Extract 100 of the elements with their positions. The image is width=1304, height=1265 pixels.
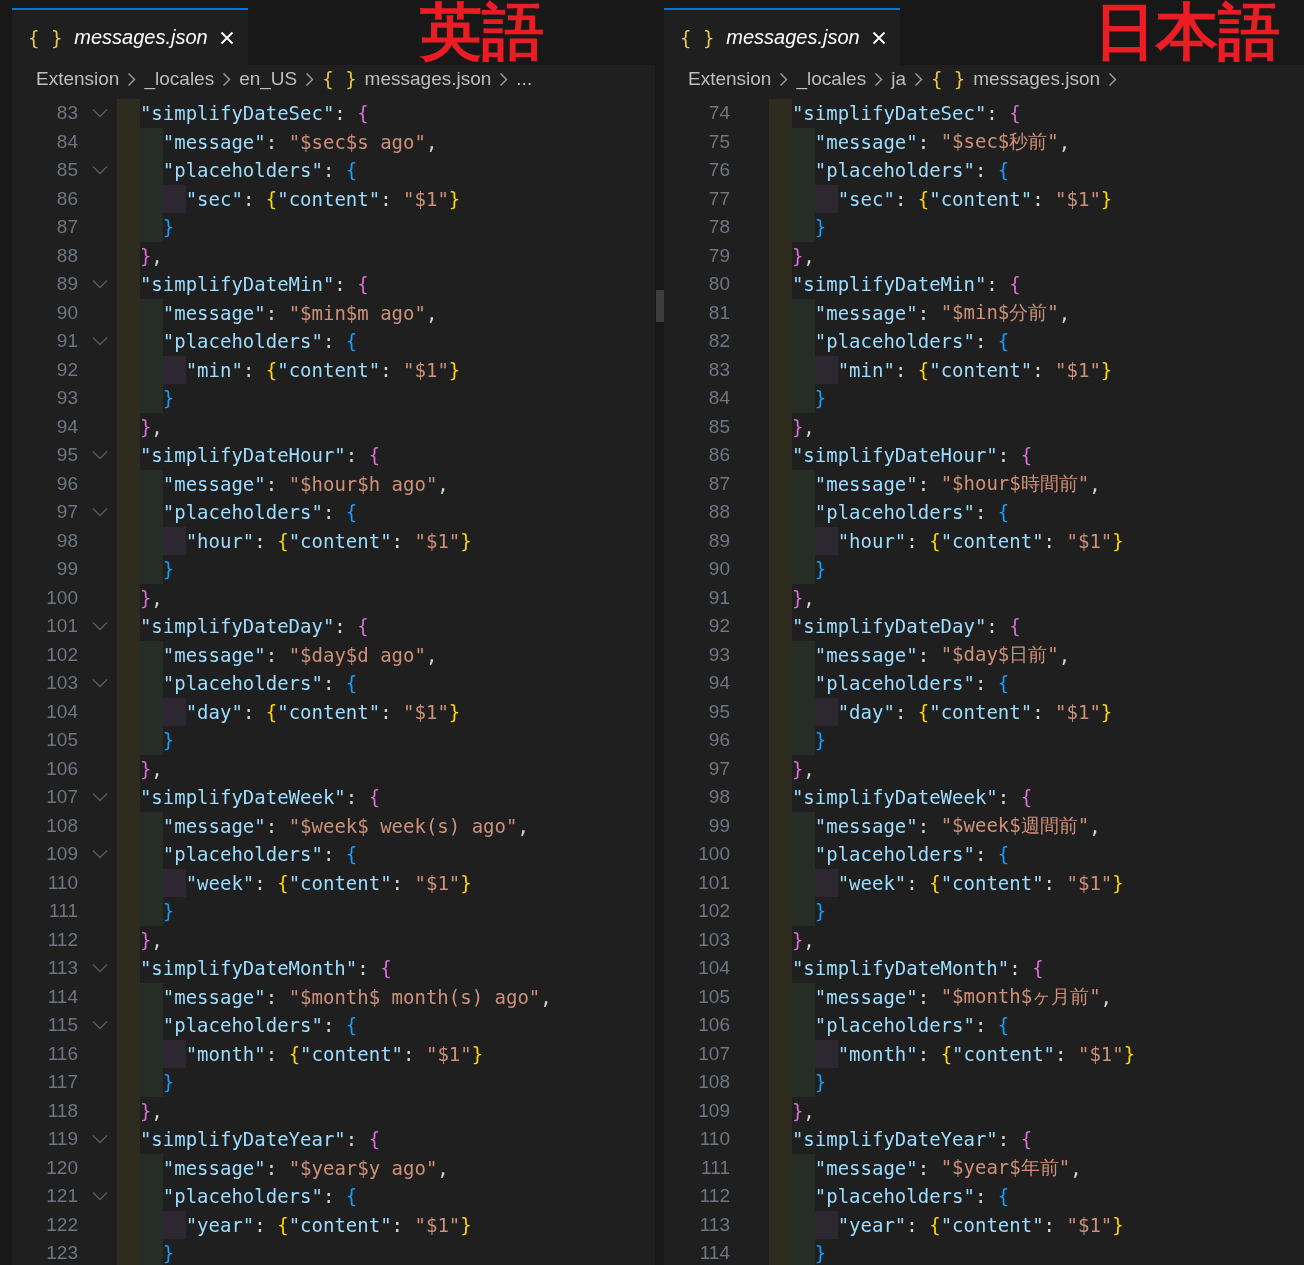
line-number: 88	[55, 244, 78, 267]
line-number: 85	[707, 415, 730, 438]
chevron-down-icon[interactable]	[92, 1020, 108, 1031]
chevron-down-icon[interactable]	[92, 279, 108, 290]
editor-tab[interactable]: { } messages.json	[12, 8, 248, 65]
line-number: 89	[55, 273, 78, 296]
code-line: "placeholders": {	[814, 500, 1010, 526]
code-line: },	[791, 927, 815, 953]
chevron-icon	[499, 71, 509, 87]
code-line: },	[791, 1098, 815, 1124]
breadcrumb-item[interactable]: _locales	[796, 68, 867, 90]
code-line: "simplifyDateDay": {	[139, 614, 369, 640]
line-number: 90	[55, 301, 78, 324]
chevron-down-icon[interactable]	[92, 792, 108, 803]
chevron-down-icon[interactable]	[92, 165, 108, 176]
line-number: 122	[45, 1213, 78, 1236]
editor-tab[interactable]: { } messages.json	[664, 8, 900, 65]
breadcrumb-item[interactable]: _locales	[144, 68, 215, 90]
chevron-down-icon[interactable]	[92, 507, 108, 518]
code-line: "month": {"content": "$1"}	[837, 1041, 1136, 1067]
code-line: "simplifyDateWeek": {	[139, 785, 381, 811]
code-line: "message": "$week$ week(s) ago",	[162, 813, 529, 839]
code-line: "month": {"content": "$1"}	[185, 1041, 484, 1067]
code-line: "sec": {"content": "$1"}	[185, 186, 461, 212]
chevron-icon	[874, 71, 884, 87]
breadcrumb-item[interactable]: en_US	[239, 68, 298, 90]
code-line: "simplifyDateYear": {	[791, 1127, 1033, 1153]
line-number: 94	[707, 672, 730, 695]
line-number: 81	[707, 301, 730, 324]
breadcrumb-item[interactable]: Extension	[688, 68, 772, 90]
line-number: 84	[55, 130, 78, 153]
code-line: "year": {"content": "$1"}	[185, 1212, 472, 1238]
line-number: 94	[55, 415, 78, 438]
line-number: 111	[48, 900, 78, 923]
line-number: 93	[707, 643, 730, 666]
code-line: "message": "$year$y ago",	[162, 1155, 449, 1181]
chevron-down-icon[interactable]	[92, 963, 108, 974]
close-icon[interactable]	[219, 30, 234, 45]
code-line: "message": "$week$週間前",	[814, 812, 1101, 839]
line-number: 119	[46, 1128, 78, 1151]
line-number: 85	[55, 159, 78, 182]
code-line: },	[139, 585, 163, 611]
code-line: "hour": {"content": "$1"}	[185, 528, 472, 554]
code-line: "message": "$hour$時間前",	[814, 470, 1101, 497]
code-line: "placeholders": {	[162, 329, 358, 355]
code-line: "placeholders": {	[814, 1013, 1010, 1039]
code-line: "placeholders": {	[162, 842, 358, 868]
close-icon[interactable]	[871, 30, 886, 45]
code-line: }	[814, 557, 827, 583]
chevron-down-icon[interactable]	[92, 1134, 108, 1145]
line-number: 83	[707, 358, 730, 381]
code-line: "day": {"content": "$1"}	[185, 699, 461, 725]
line-number: 96	[55, 472, 78, 495]
chevron-down-icon[interactable]	[92, 621, 108, 632]
line-number: 101	[45, 615, 78, 638]
code-line: "placeholders": {	[162, 500, 358, 526]
chevron-down-icon[interactable]	[92, 678, 108, 689]
line-number: 109	[45, 843, 78, 866]
breadcrumb-item[interactable]: messages.json	[973, 68, 1101, 90]
code-line: "simplifyDateHour": {	[139, 443, 381, 469]
line-number: 95	[55, 444, 78, 467]
chevron-icon	[779, 71, 789, 87]
chevron-down-icon[interactable]	[92, 336, 108, 347]
code-line: }	[162, 728, 175, 754]
line-number: 116	[46, 1042, 78, 1065]
code-line: "day": {"content": "$1"}	[837, 699, 1113, 725]
chevron-icon	[913, 71, 923, 87]
chevron-down-icon[interactable]	[92, 108, 108, 119]
breadcrumb-item[interactable]: Extension	[36, 68, 120, 90]
code-line: "simplifyDateWeek": {	[791, 785, 1033, 811]
line-number: 103	[45, 672, 78, 695]
code-line: "hour": {"content": "$1"}	[837, 528, 1124, 554]
code-line: },	[139, 756, 163, 782]
line-number: 98	[707, 786, 730, 809]
breadcrumb-item[interactable]: ...	[516, 68, 533, 90]
breadcrumb-item[interactable]: ja	[891, 68, 906, 90]
breadcrumb-item[interactable]: messages.json	[364, 68, 492, 90]
line-number: 82	[707, 330, 730, 353]
scrollbar-thumb[interactable]	[656, 290, 664, 322]
chevron-down-icon[interactable]	[92, 1191, 108, 1202]
line-number: 110	[698, 1128, 730, 1151]
line-number: 79	[707, 244, 730, 267]
chevron-icon	[222, 71, 232, 87]
line-number: 114	[698, 1242, 730, 1265]
line-number: 112	[698, 1185, 730, 1208]
line-number: 123	[45, 1242, 78, 1265]
chevron-down-icon[interactable]	[92, 849, 108, 860]
code-line: "min": {"content": "$1"}	[837, 357, 1113, 383]
code-line: }	[814, 728, 827, 754]
line-number: 105	[697, 985, 730, 1008]
code-line: }	[162, 1241, 175, 1265]
line-number: 89	[707, 529, 730, 552]
line-number: 108	[697, 1071, 730, 1094]
code-line: "year": {"content": "$1"}	[837, 1212, 1124, 1238]
line-number: 74	[707, 102, 730, 125]
code-line: "message": "$hour$h ago",	[162, 471, 449, 497]
code-line: "placeholders": {	[814, 329, 1010, 355]
chevron-down-icon[interactable]	[92, 450, 108, 461]
code-line: }	[814, 215, 827, 241]
code-line: "placeholders": {	[162, 158, 358, 184]
